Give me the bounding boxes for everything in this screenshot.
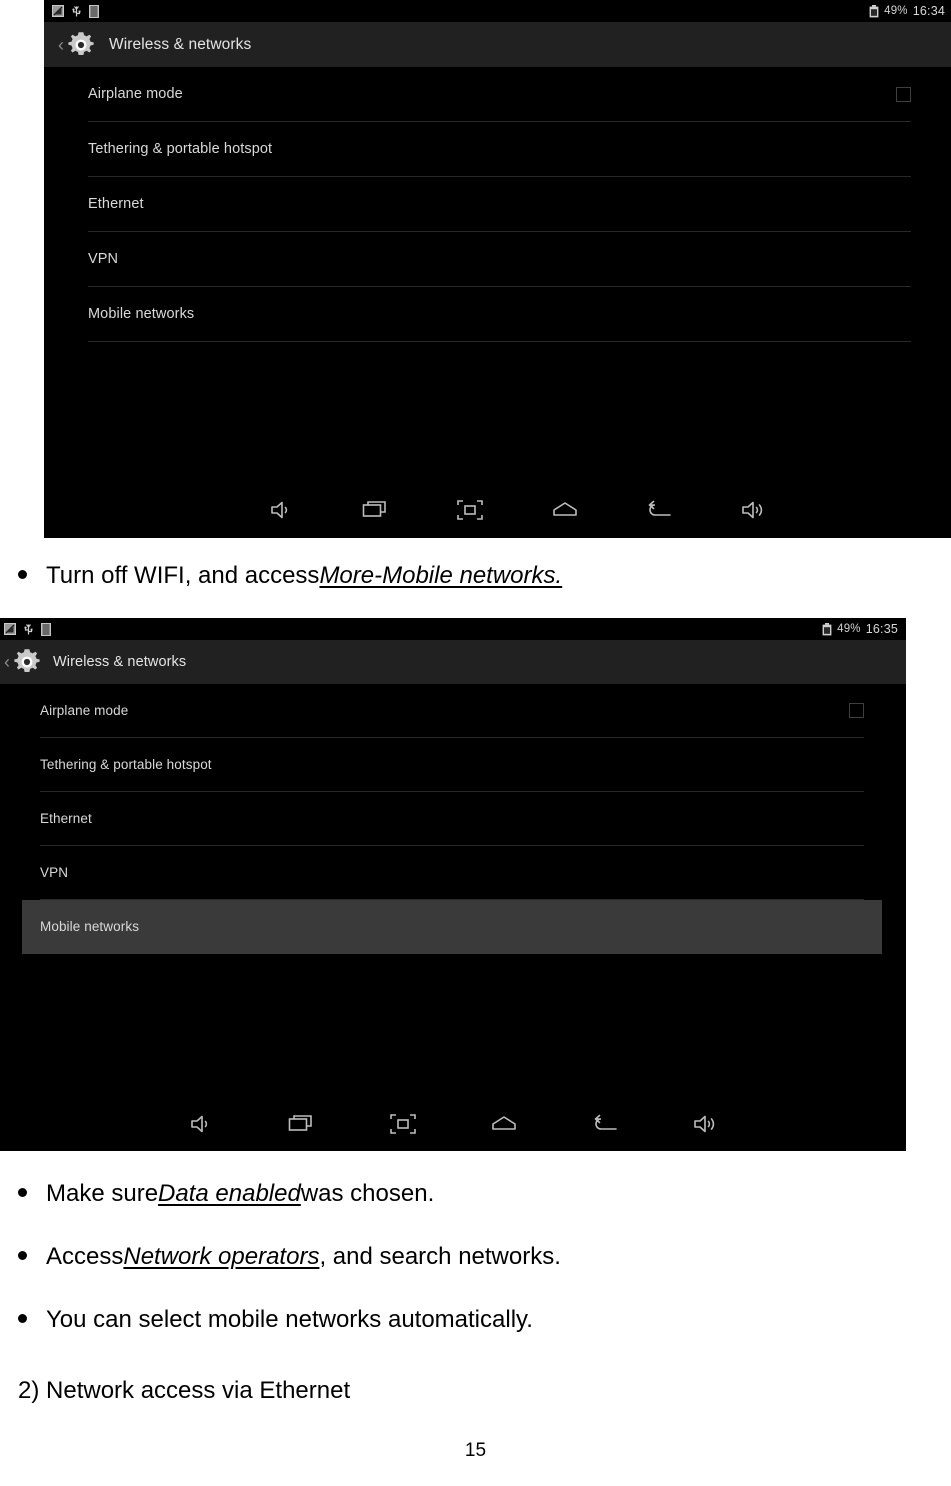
usb-icon xyxy=(71,5,82,18)
bullet-turn-off-wifi: Turn off WIFI, and access More-Mobile ne… xyxy=(18,562,562,590)
list-item-label: Tethering & portable hotspot xyxy=(88,141,273,157)
status-bar-clock: 16:35 xyxy=(865,622,898,636)
list-item-label: Mobile networks xyxy=(40,919,140,934)
bullet-marker xyxy=(18,1251,27,1260)
list-item-label: Airplane mode xyxy=(40,703,129,718)
sim-card-icon xyxy=(41,622,51,636)
back-chevron-icon[interactable]: ‹ xyxy=(4,653,10,671)
list-item-mobile-networks[interactable]: Mobile networks xyxy=(88,287,911,342)
list-item-label: VPN xyxy=(88,251,119,267)
action-bar-title: Wireless & networks xyxy=(109,35,252,53)
list-item-label: Ethernet xyxy=(88,196,144,212)
back-icon[interactable] xyxy=(554,1112,655,1136)
bullet-data-enabled: Make sure Data enabled was chosen. xyxy=(18,1180,434,1208)
volume-down-icon[interactable] xyxy=(150,1112,251,1136)
list-item-label: Mobile networks xyxy=(88,306,195,322)
volume-up-icon[interactable] xyxy=(655,1112,756,1136)
battery-percent: 49% xyxy=(884,5,908,17)
bullet-network-operators: Access Network operators, and search net… xyxy=(18,1243,561,1271)
status-bar: 49% 16:34 xyxy=(44,0,951,22)
list-item-airplane-mode[interactable]: Airplane mode xyxy=(88,67,911,122)
bullet-text-before: Turn off WIFI, and access xyxy=(46,562,320,589)
airplane-mode-checkbox[interactable] xyxy=(896,86,911,102)
settings-list: Airplane mode Tethering & portable hotsp… xyxy=(44,67,951,342)
recent-apps-icon[interactable] xyxy=(329,498,424,522)
sim-card-icon xyxy=(89,4,99,18)
bullet-select-automatically: You can select mobile networks automatic… xyxy=(18,1306,533,1334)
bullet-text-emphasis: More-Mobile networks. xyxy=(319,562,563,589)
action-bar[interactable]: ‹ Wireless & networks xyxy=(44,22,951,67)
list-item-label: Ethernet xyxy=(40,811,92,826)
android-screenshot-wireless-networks-2: 49% 16:35 ‹ Wireless & networks Airplane… xyxy=(0,618,906,1151)
recent-apps-icon[interactable] xyxy=(251,1112,352,1136)
bullet-text-after: was chosen. xyxy=(300,1180,435,1207)
screenshot-icon[interactable] xyxy=(423,498,518,522)
bullet-text-before: Access xyxy=(46,1243,124,1270)
page-number: 15 xyxy=(464,1440,487,1461)
list-item-label: VPN xyxy=(40,865,69,880)
list-item-vpn[interactable]: VPN xyxy=(88,232,911,287)
battery-icon xyxy=(869,4,879,18)
status-bar-right: 49% 16:34 xyxy=(869,4,945,18)
bullet-text-before: Make sure xyxy=(46,1180,159,1207)
bullet-text-before: You can select mobile networks automatic… xyxy=(46,1306,533,1333)
status-bar-right: 49% 16:35 xyxy=(822,622,898,636)
volume-up-icon[interactable] xyxy=(707,498,802,522)
list-item-tethering[interactable]: Tethering & portable hotspot xyxy=(88,122,911,177)
bullet-text-emphasis: Network operators xyxy=(123,1243,320,1270)
list-item-label: Tethering & portable hotspot xyxy=(40,757,212,772)
list-item-ethernet[interactable]: Ethernet xyxy=(40,792,864,846)
home-icon[interactable] xyxy=(518,498,613,522)
bullet-marker xyxy=(18,1314,27,1323)
status-bar-clock: 16:34 xyxy=(912,4,945,18)
status-bar: 49% 16:35 xyxy=(0,618,906,640)
bullet-text-emphasis: Data enabled xyxy=(158,1180,301,1207)
list-item-label: Airplane mode xyxy=(88,86,183,102)
navigation-bar xyxy=(0,1097,906,1151)
settings-list: Airplane mode Tethering & portable hotsp… xyxy=(0,684,906,954)
airplane-mode-checkbox[interactable] xyxy=(849,703,864,718)
back-icon[interactable] xyxy=(612,498,707,522)
action-bar[interactable]: ‹ Wireless & networks xyxy=(0,640,906,684)
screenshot-icon[interactable] xyxy=(352,1112,453,1136)
list-item-tethering[interactable]: Tethering & portable hotspot xyxy=(40,738,864,792)
list-item-vpn[interactable]: VPN xyxy=(40,846,864,900)
usb-icon xyxy=(23,623,34,636)
settings-gear-icon xyxy=(65,29,97,61)
battery-icon xyxy=(822,622,832,636)
status-bar-left-icons xyxy=(52,4,99,18)
bullet-text-after: , and search networks. xyxy=(319,1243,561,1270)
home-icon[interactable] xyxy=(453,1112,554,1136)
no-signal-icon xyxy=(52,5,64,17)
bullet-marker xyxy=(18,1188,27,1197)
action-bar-title: Wireless & networks xyxy=(53,654,187,670)
settings-gear-icon xyxy=(11,646,43,678)
android-screenshot-wireless-networks-1: 49% 16:34 ‹ Wireless & networks Airplane… xyxy=(44,0,951,538)
list-item-airplane-mode[interactable]: Airplane mode xyxy=(40,684,864,738)
volume-down-icon[interactable] xyxy=(234,498,329,522)
back-chevron-icon[interactable]: ‹ xyxy=(58,36,64,54)
bullet-marker xyxy=(18,570,27,579)
status-bar-left-icons xyxy=(4,622,51,636)
battery-percent: 49% xyxy=(837,623,861,635)
list-item-mobile-networks[interactable]: Mobile networks xyxy=(22,900,882,954)
section-heading-network-access-ethernet: 2) Network access via Ethernet xyxy=(18,1377,351,1404)
navigation-bar xyxy=(44,482,951,538)
list-item-ethernet[interactable]: Ethernet xyxy=(88,177,911,232)
no-signal-icon xyxy=(4,623,16,635)
